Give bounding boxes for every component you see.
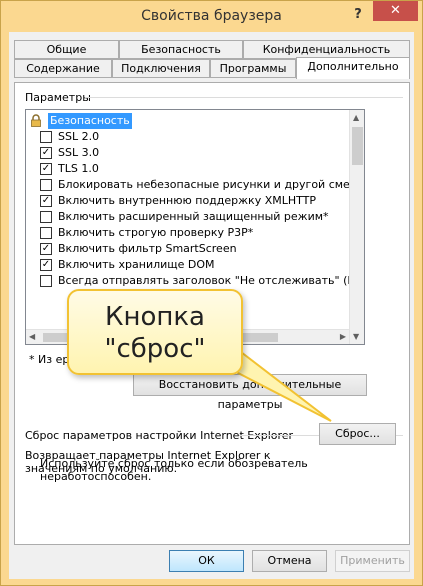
params-divider (85, 97, 403, 98)
option-checkbox[interactable]: ✓ (40, 243, 52, 255)
dialog-window: Свойства браузера ? ✕ Общие Безопасность… (0, 0, 423, 586)
tree-option-row[interactable]: Включить строгую проверку P3P* (26, 225, 356, 241)
option-checkbox[interactable] (40, 275, 52, 287)
option-checkbox[interactable]: ✓ (40, 259, 52, 271)
option-label: Включить расширенный защищенный режим* (58, 210, 329, 223)
callout-line-1: Кнопка (104, 302, 205, 332)
tree-option-row[interactable]: ✓ TLS 1.0 (26, 161, 356, 177)
option-checkbox[interactable] (40, 179, 52, 191)
tree-option-row[interactable]: ✓ Включить внутреннюю поддержку XMLHTTP (26, 193, 356, 209)
params-group-label: Параметры (25, 91, 91, 104)
option-label: Включить строгую проверку P3P* (58, 226, 254, 239)
restore-advanced-button[interactable]: Восстановить дополнительные параметры (133, 374, 367, 411)
tab-connections[interactable]: Подключения (112, 59, 210, 78)
tree-section-security[interactable]: Безопасность (26, 113, 346, 129)
option-label: TLS 1.0 (58, 162, 99, 175)
security-section-label: Безопасность (48, 113, 132, 129)
tree-option-row[interactable]: SSL 2.0 (26, 129, 356, 145)
tree-option-row[interactable]: Включить расширенный защищенный режим* (26, 209, 356, 225)
tab-programs[interactable]: Программы (210, 59, 296, 78)
tab-content[interactable]: Содержание (14, 59, 112, 78)
option-checkbox[interactable] (40, 211, 52, 223)
option-checkbox[interactable] (40, 227, 52, 239)
option-checkbox[interactable]: ✓ (40, 163, 52, 175)
option-label: SSL 3.0 (58, 146, 100, 159)
scroll-up-icon[interactable]: ▲ (353, 113, 359, 122)
option-checkbox[interactable]: ✓ (40, 147, 52, 159)
reset-warning: Используйте сброс только если обозревате… (40, 457, 308, 483)
option-label: Всегда отправлять заголовок "Не отслежив… (58, 274, 365, 287)
option-checkbox[interactable] (40, 131, 52, 143)
apply-button[interactable]: Применить (335, 550, 410, 572)
lock-icon (31, 114, 41, 127)
option-label: SSL 2.0 (58, 130, 100, 143)
option-label: Блокировать небезопасные рисунки и друго… (58, 178, 365, 191)
tree-option-row[interactable]: ✓ Включить хранилище DOM (26, 257, 356, 273)
tree-option-row[interactable]: Всегда отправлять заголовок "Не отслежив… (26, 273, 364, 289)
help-icon[interactable]: ? (349, 6, 367, 24)
reset-button[interactable]: Сброс... (319, 423, 396, 445)
tab-advanced[interactable]: Дополнительно (296, 57, 410, 79)
vertical-scrollbar[interactable]: ▲ ▼ (349, 110, 364, 344)
scroll-right-icon[interactable]: ▶ (340, 332, 346, 341)
cancel-button[interactable]: Отмена (252, 550, 327, 572)
tree-option-row[interactable]: ✓ SSL 3.0 (26, 145, 356, 161)
scroll-left-icon[interactable]: ◀ (29, 332, 35, 341)
option-checkbox[interactable]: ✓ (40, 195, 52, 207)
tab-security[interactable]: Безопасность (119, 40, 243, 59)
title-bar: Свойства браузера ? ✕ (1, 1, 422, 31)
tree-option-row[interactable]: Блокировать небезопасные рисунки и друго… (26, 177, 364, 193)
tab-general[interactable]: Общие (14, 40, 119, 59)
option-label: Включить внутреннюю поддержку XMLHTTP (58, 194, 317, 207)
ok-button[interactable]: ОК (169, 550, 244, 572)
close-button[interactable]: ✕ (373, 1, 418, 21)
tree-option-row[interactable]: ✓ Включить фильтр SmartScreen (26, 241, 356, 257)
vertical-scroll-thumb[interactable] (352, 127, 363, 165)
option-label: Включить хранилище DOM (58, 258, 215, 271)
scroll-down-icon[interactable]: ▼ (353, 332, 359, 341)
callout-line-2: "сброс" (104, 334, 206, 364)
option-label: Включить фильтр SmartScreen (58, 242, 237, 255)
reset-callout: Кнопка "сброс" (67, 289, 243, 375)
